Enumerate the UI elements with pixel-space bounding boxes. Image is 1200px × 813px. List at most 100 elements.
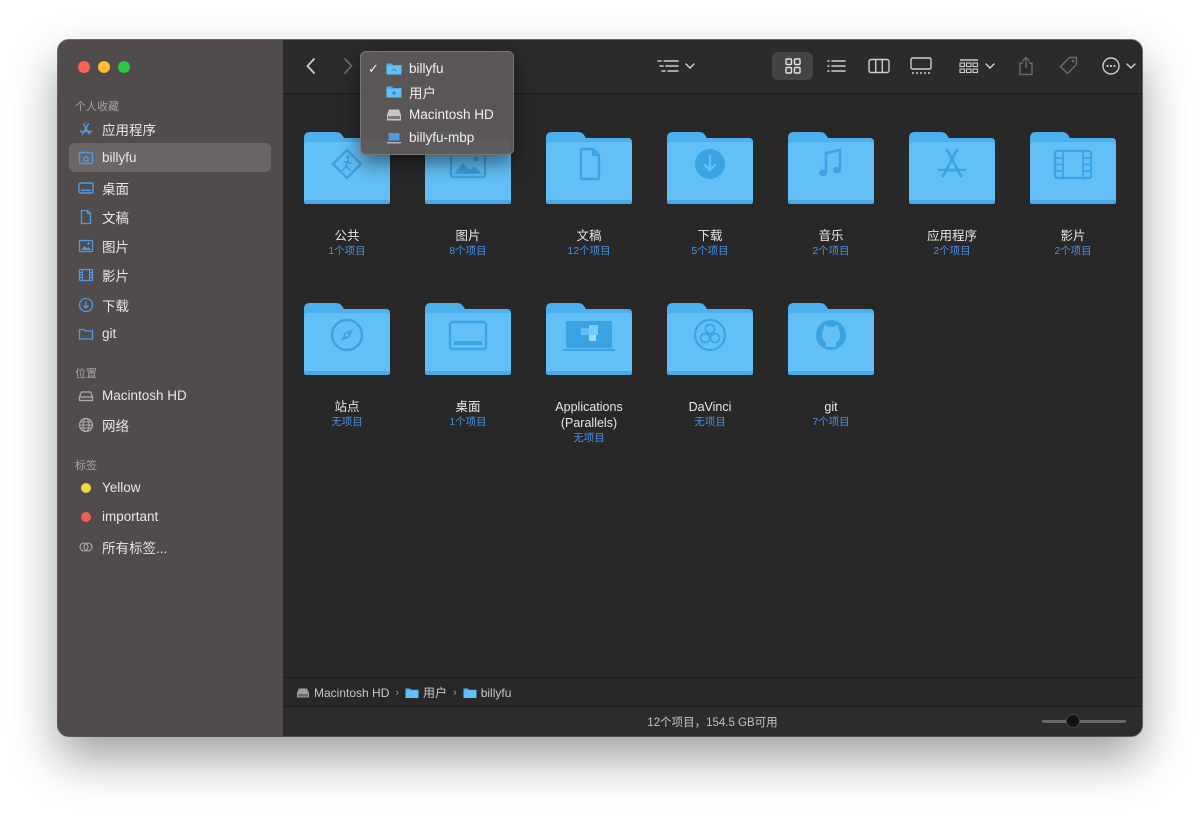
path-separator: ›: [395, 686, 400, 699]
close-window-button[interactable]: [78, 61, 90, 73]
view-gallery-button[interactable]: [909, 52, 933, 80]
more-actions-button[interactable]: [1101, 52, 1141, 80]
download-icon: [78, 297, 94, 313]
folder-name: 站点: [334, 400, 360, 414]
view-columns-button[interactable]: [867, 52, 891, 80]
folder-icon: [1028, 130, 1118, 206]
folder-item-count: 1个项目: [328, 245, 366, 257]
folder-item[interactable]: git 7个项目: [776, 301, 886, 429]
path-crumb-label: billyfu: [480, 685, 512, 700]
folder-icon: [302, 301, 392, 377]
tag-icon: [1059, 56, 1078, 75]
sidebar-item-billyfu[interactable]: billyfu: [69, 143, 271, 172]
folder-icon: [544, 301, 634, 377]
sidebar-item-label: Macintosh HD: [102, 388, 187, 403]
back-button[interactable]: [301, 52, 321, 80]
checkmark-icon: ✓: [368, 60, 379, 76]
tag-color-dot: [78, 480, 94, 496]
folder-item[interactable]: 文稿 12个项目: [534, 130, 644, 258]
tag-button[interactable]: [1057, 52, 1081, 80]
all-tags-icon: [78, 539, 94, 555]
folder-item-count: 无项目: [573, 432, 605, 444]
sidebar-item-label: important: [102, 509, 159, 524]
sidebar-item-applications[interactable]: 应用程序: [69, 114, 271, 143]
icon-size-slider[interactable]: [1042, 714, 1126, 728]
path-menu-item-label: Macintosh HD: [409, 107, 494, 122]
photo-icon: [78, 238, 94, 254]
folder-item[interactable]: 站点 无项目: [292, 301, 402, 429]
path-menu-item-label: billyfu: [409, 61, 444, 76]
sidebar-item-desktop[interactable]: 桌面: [69, 173, 271, 202]
sidebar-item-label: 图片: [102, 239, 129, 255]
sidebar-item-git[interactable]: git: [69, 319, 271, 348]
sidebar-tag-important[interactable]: important: [69, 502, 271, 531]
forward-button[interactable]: [338, 52, 358, 80]
folder-icon: [786, 301, 876, 377]
tag-color-dot: [78, 509, 94, 525]
folder-item[interactable]: Applications (Parallels) 无项目: [534, 301, 644, 445]
path-menu-item-billyfu[interactable]: ✓ billyfu: [361, 57, 513, 80]
sidebar-tag-all[interactable]: 所有标签...: [69, 532, 271, 561]
finder-window: 个人收藏 应用程序 billyfu 桌面 文稿 图片 影片 下载 git 位置 …: [58, 40, 1142, 736]
group-grid-icon: [959, 59, 995, 74]
sidebar-item-macintosh-hd[interactable]: Macintosh HD: [69, 381, 271, 410]
path-crumb-macintosh-hd[interactable]: Macintosh HD: [296, 686, 389, 700]
path-menu-item-billyfu-mbp[interactable]: billyfu-mbp: [361, 126, 513, 149]
folder-item-count: 2个项目: [1054, 245, 1092, 257]
sidebar-item-label: 网络: [102, 418, 129, 434]
zoom-window-button[interactable]: [118, 61, 130, 73]
folder-item-count: 12个项目: [567, 245, 611, 257]
minimize-window-button[interactable]: [98, 61, 110, 73]
folder-item[interactable]: 下载 5个项目: [655, 130, 765, 258]
path-crumb-users[interactable]: 用户: [405, 684, 447, 701]
path-menu-item-users[interactable]: 用户: [361, 80, 513, 103]
folder-item[interactable]: 影片 2个项目: [1018, 130, 1128, 258]
document-icon: [78, 209, 94, 225]
folder-icon: [544, 130, 634, 206]
path-menu-item-label: billyfu-mbp: [409, 130, 475, 145]
folder-icon: [665, 301, 755, 377]
disk-icon: [386, 108, 402, 122]
folder-item[interactable]: DaVinci 无项目: [655, 301, 765, 429]
globe-icon: [78, 417, 94, 433]
file-grid: 公共 1个项目 图片 8个项目 文稿 12个项目 下载 5个项目 音乐 2个项目 应用程序 2个项目影…: [283, 94, 1142, 678]
path-bar: Macintosh HD › 用户 › billyfu: [283, 677, 1142, 707]
folder-icon: [907, 130, 997, 206]
path-crumb-label: 用户: [423, 686, 448, 700]
sidebar-section-locations: 位置: [75, 368, 97, 380]
sidebar-item-downloads[interactable]: 下载: [69, 290, 271, 319]
folder-item-count: 无项目: [694, 416, 726, 428]
folder-item[interactable]: 音乐 2个项目: [776, 130, 886, 258]
users-folder-icon: [386, 85, 402, 99]
folder-item[interactable]: 应用程序 2个项目: [897, 130, 1007, 258]
sidebar-tag-yellow[interactable]: Yellow: [69, 473, 271, 502]
view-icons-button[interactable]: [772, 52, 813, 80]
folder-item-count: 2个项目: [812, 245, 850, 257]
sidebar-item-label: git: [102, 326, 117, 341]
share-icon: [1019, 56, 1033, 76]
slider-knob[interactable]: [1066, 714, 1080, 728]
folder-name: DaVinci: [688, 400, 732, 414]
view-list-button[interactable]: [824, 52, 848, 80]
folder-item[interactable]: 桌面 1个项目: [413, 301, 523, 429]
sidebar-section-tags: 标签: [75, 460, 97, 472]
sidebar: 个人收藏 应用程序 billyfu 桌面 文稿 图片 影片 下载 git 位置 …: [58, 40, 284, 736]
share-button[interactable]: [1016, 52, 1036, 80]
sidebar-item-documents[interactable]: 文稿: [69, 202, 271, 231]
path-menu-item-macintosh-hd[interactable]: Macintosh HD: [361, 103, 513, 126]
sidebar-item-label: 应用程序: [102, 122, 156, 138]
sidebar-item-label: 桌面: [102, 181, 129, 197]
github-icon: [816, 320, 846, 350]
group-by-button[interactable]: [656, 52, 698, 80]
path-crumb-billyfu[interactable]: billyfu: [463, 685, 512, 700]
sidebar-item-movies[interactable]: 影片: [69, 260, 271, 289]
grid-icon: [784, 58, 801, 74]
film-icon: [78, 267, 94, 283]
chevron-left-icon: [306, 58, 315, 74]
sidebar-item-label: 影片: [102, 268, 129, 284]
sidebar-item-pictures[interactable]: 图片: [69, 231, 271, 260]
home-icon: [78, 150, 94, 166]
gallery-icon: [910, 57, 932, 74]
sidebar-item-network[interactable]: 网络: [69, 410, 271, 439]
group-button[interactable]: [959, 52, 997, 80]
